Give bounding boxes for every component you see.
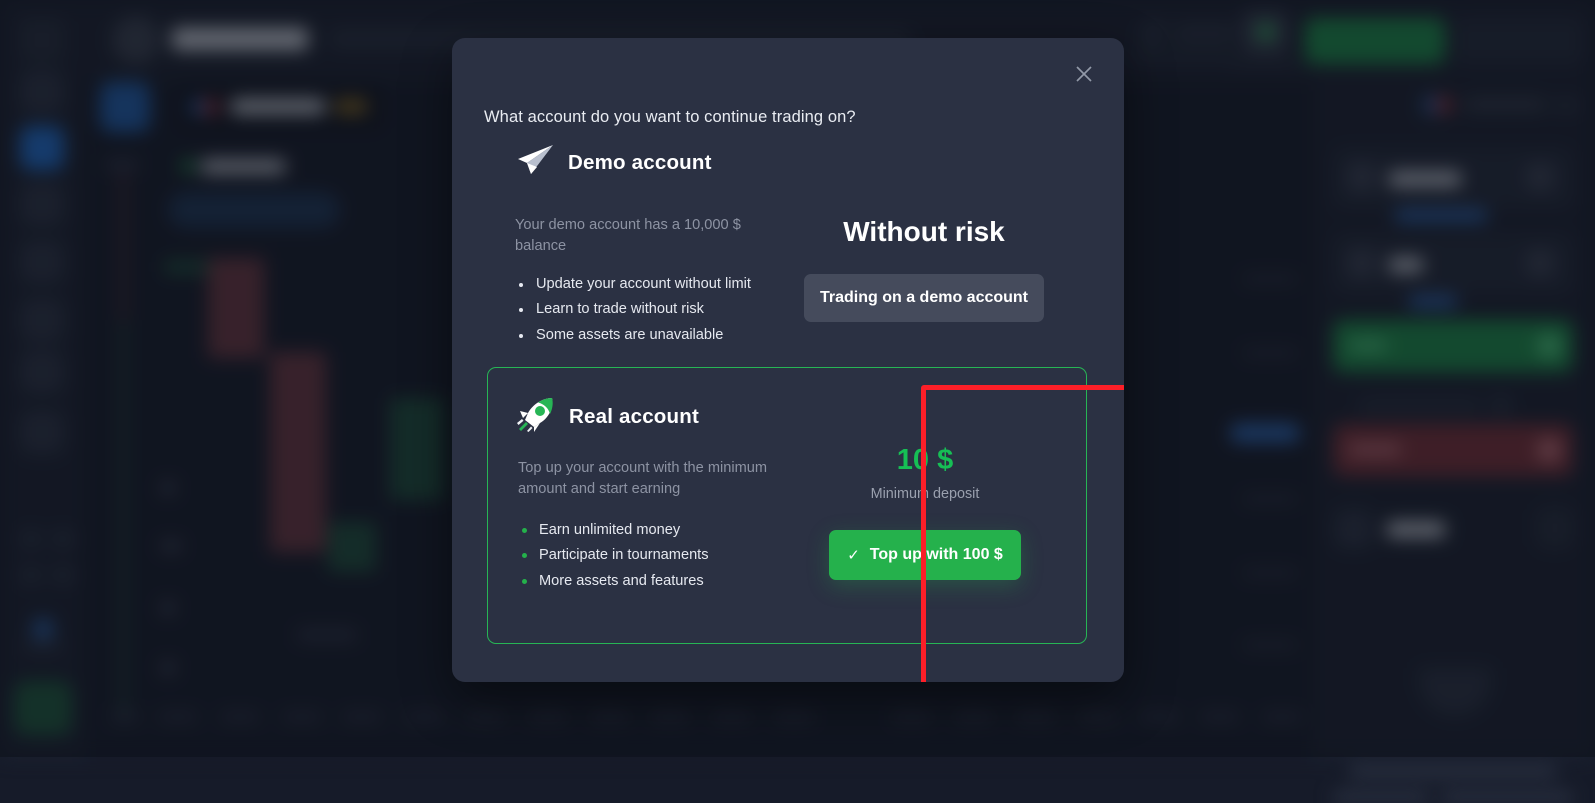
list-item: Earn unlimited money [518,518,709,543]
top-up-button-label: Top up with 100 $ [870,546,1003,564]
list-item: More assets and features [518,569,709,594]
modal-title: What account do you want to continue tra… [484,108,856,127]
check-icon: ✓ [847,546,860,564]
top-up-button[interactable]: ✓ Top up with 100 $ [829,530,1021,580]
real-account-header: Real account [516,396,699,437]
trading-on-demo-account-button[interactable]: Trading on a demo account [804,274,1044,322]
demo-account-title: Demo account [568,151,712,175]
demo-account-description: Your demo account has a 10,000 $ balance [515,215,777,256]
list-item: Update your account without limit [515,272,751,297]
demo-account-header: Demo account [515,144,712,181]
minimum-deposit-amount: 10 $ [810,444,1040,477]
list-item: Participate in tournaments [518,543,709,568]
list-item: Some assets are unavailable [515,323,751,348]
minimum-deposit-label: Minimum deposit [810,486,1040,502]
real-account-description: Top up your account with the minimum amo… [518,458,804,499]
account-choice-modal: What account do you want to continue tra… [452,38,1124,682]
demo-feature-list: Update your account without limit Learn … [515,272,751,348]
real-account-card[interactable]: Real account Top up your account with th… [487,367,1087,644]
list-item: Learn to trade without risk [515,297,751,322]
close-icon[interactable] [1068,58,1100,90]
paper-plane-icon [515,144,555,181]
demo-headline: Without risk [804,216,1044,248]
real-account-title: Real account [569,405,699,429]
rocket-icon [516,396,556,437]
demo-account-section: Demo account Your demo account has a 10,… [452,134,1124,372]
real-feature-list: Earn unlimited money Participate in tour… [518,518,709,594]
